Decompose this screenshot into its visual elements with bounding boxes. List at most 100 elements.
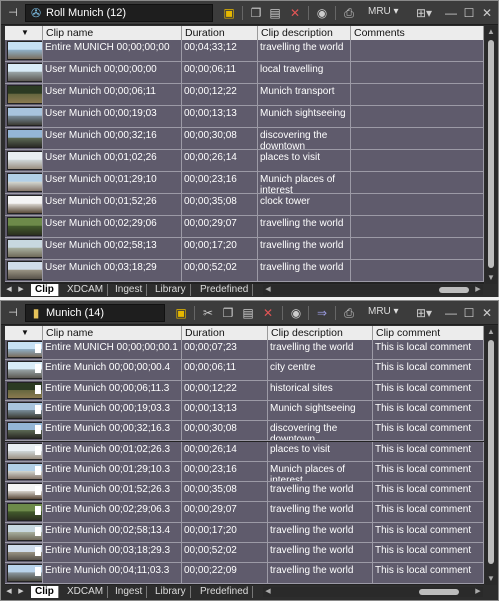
description-cell[interactable]: travelling the world xyxy=(258,216,351,237)
comment-cell[interactable]: This is local comment xyxy=(373,563,484,583)
clip-name-cell[interactable]: User Munich 00;01;29;10 xyxy=(43,172,182,193)
column-header[interactable]: Comments xyxy=(351,26,484,40)
tab-ingest[interactable]: Ingest xyxy=(111,586,148,598)
horizontal-scrollbar[interactable]: ◀ ▶ xyxy=(263,587,483,597)
clip-thumbnail[interactable] xyxy=(7,195,42,214)
clip-thumbnail[interactable] xyxy=(7,361,42,379)
comment-cell[interactable] xyxy=(351,172,484,193)
duration-cell[interactable]: 00;00;26;14 xyxy=(182,441,268,461)
column-header-thumbnail[interactable]: ▼ xyxy=(5,26,43,40)
table-row[interactable]: User Munich 00;00;00;00 00;00;06;11 local … xyxy=(5,62,484,84)
duration-cell[interactable]: 00;00;17;20 xyxy=(182,522,268,542)
duration-cell[interactable]: 00;00;23;16 xyxy=(182,172,258,193)
scroll-thumb[interactable] xyxy=(488,40,494,268)
table-row[interactable]: Entire Munich 00;00;00;00.4 00;00;06;11 ci… xyxy=(5,360,484,381)
description-cell[interactable]: travelling the world xyxy=(268,502,373,522)
clip-thumbnail[interactable] xyxy=(7,523,42,541)
clip-thumbnail[interactable] xyxy=(7,442,42,460)
tab-xdcam[interactable]: XDCAM xyxy=(63,586,109,598)
clip-name-cell[interactable]: User Munich 00;02;58;13 xyxy=(43,238,182,259)
table-row[interactable]: Entire Munich 00;00;19;03.3 00;00;13;13 Mu… xyxy=(5,400,484,422)
description-cell[interactable]: Munich sightseeing xyxy=(258,106,351,127)
column-header[interactable]: Clip description xyxy=(258,26,351,40)
settings-icon[interactable]: ⊞▾ xyxy=(413,305,435,321)
settings-icon[interactable]: ⊞▾ xyxy=(413,5,435,21)
clip-name-cell[interactable]: User Munich 00;01;02;26 xyxy=(43,150,182,171)
comment-cell[interactable] xyxy=(351,238,484,259)
maximize-icon[interactable]: ☐ xyxy=(461,5,477,21)
duration-cell[interactable]: 00;00;23;16 xyxy=(182,461,268,482)
scroll-thumb[interactable] xyxy=(488,340,494,564)
delete-icon[interactable]: ✕ xyxy=(260,305,276,321)
table-row[interactable]: Entire Munich 00;02;29;06.3 00;00;29;07 tr… xyxy=(5,502,484,523)
clip-name-cell[interactable]: Entire Munich 00;04;11;03.3 xyxy=(43,563,182,583)
duration-cell[interactable]: 00;00;12;22 xyxy=(182,84,258,105)
copy-icon[interactable]: ❐ xyxy=(220,305,236,321)
comment-cell[interactable] xyxy=(351,40,484,61)
clip-name-cell[interactable]: Entire Munich 00;01;02;26.3 xyxy=(43,441,182,461)
comment-cell[interactable]: This is local comment xyxy=(373,543,484,563)
duration-cell[interactable]: 00;00;22;09 xyxy=(182,563,268,583)
clip-name-cell[interactable]: Entire Munich 00;02;29;06.3 xyxy=(43,502,182,522)
column-header[interactable]: Clip comment xyxy=(373,326,484,340)
table-row[interactable]: User Munich 00;03;18;29 00;00;52;02 travel… xyxy=(5,260,484,282)
column-header[interactable]: Clip name xyxy=(43,26,182,40)
clip-thumbnail[interactable] xyxy=(7,261,42,280)
table-row[interactable]: Entire Munich 00;03;18;29.3 00;00;52;02 tr… xyxy=(5,543,484,564)
duration-cell[interactable]: 00;00;12;22 xyxy=(182,380,268,400)
table-row[interactable]: Entire Munich 00;01;02;26.3 00;00;26;14 pl… xyxy=(5,441,484,462)
column-header[interactable]: Duration xyxy=(182,26,258,40)
comment-cell[interactable] xyxy=(351,106,484,127)
clip-thumbnail[interactable] xyxy=(7,173,42,192)
comment-cell[interactable]: This is local comment xyxy=(373,400,484,421)
table-row[interactable]: User Munich 00;01;02;26 00;00;26;14 places… xyxy=(5,150,484,172)
duration-cell[interactable]: 00;00;30;08 xyxy=(182,128,258,149)
table-row[interactable]: User Munich 00;00;06;11 00;00;12;22 Munich… xyxy=(5,84,484,106)
column-header-thumbnail[interactable]: ▼ xyxy=(5,326,43,340)
clip-name-cell[interactable]: Entire Munich 00;00;06;11.3 xyxy=(43,380,182,400)
table-row[interactable]: Entire Munich 00;00;32;16.3 00;00;30;08 di… xyxy=(5,421,484,442)
comment-cell[interactable]: This is local comment xyxy=(373,502,484,522)
scroll-left-icon[interactable]: ◀ xyxy=(263,285,273,295)
clip-name-cell[interactable]: User Munich 00;01;52;26 xyxy=(43,194,182,215)
comment-cell[interactable] xyxy=(351,194,484,215)
clip-thumbnail[interactable] xyxy=(7,483,42,501)
folder-icon[interactable]: ▣ xyxy=(173,305,189,321)
copy-icon[interactable]: ❐ xyxy=(248,5,264,21)
paste-icon[interactable]: ▤ xyxy=(267,5,283,21)
eye-icon[interactable]: ◉ xyxy=(288,305,304,321)
close-icon[interactable]: ✕ xyxy=(479,5,495,21)
duration-cell[interactable]: 00;04;33;12 xyxy=(182,40,258,61)
description-cell[interactable]: Munich places of interest xyxy=(258,172,351,193)
clip-name-cell[interactable]: Entire Munich 00;00;32;16.3 xyxy=(43,421,182,441)
description-cell[interactable]: discovering the downtown xyxy=(268,421,373,441)
column-header[interactable]: Duration xyxy=(182,326,268,340)
duration-cell[interactable]: 00;00;06;11 xyxy=(182,360,268,380)
description-cell[interactable]: travelling the world xyxy=(258,40,351,61)
duration-cell[interactable]: 00;00;35;08 xyxy=(182,194,258,215)
clip-thumbnail[interactable] xyxy=(7,41,42,60)
clip-thumbnail[interactable] xyxy=(7,107,42,126)
clip-thumbnail[interactable] xyxy=(7,564,42,582)
clip-thumbnail[interactable] xyxy=(7,239,42,258)
pin-icon[interactable]: ⊣ xyxy=(5,6,21,20)
tab-predefined[interactable]: Predefined xyxy=(196,586,254,598)
clip-thumbnail[interactable] xyxy=(7,462,42,481)
forward-icon[interactable]: ⇒ xyxy=(314,305,330,321)
table-row[interactable]: Entire Munich 00;00;06;11.3 00;00;12;22 hi… xyxy=(5,380,484,401)
column-header[interactable]: Clip description xyxy=(268,326,373,340)
close-icon[interactable]: ✕ xyxy=(479,305,495,321)
description-cell[interactable]: travelling the world xyxy=(258,260,351,281)
description-cell[interactable]: places to visit xyxy=(268,441,373,461)
tab-prev-icon[interactable]: ◀ xyxy=(4,285,14,295)
delete-icon[interactable]: ✕ xyxy=(287,5,303,21)
clip-thumbnail[interactable] xyxy=(7,422,42,440)
horizontal-scroll-thumb[interactable] xyxy=(439,287,469,293)
comment-cell[interactable] xyxy=(351,216,484,237)
clip-name-cell[interactable]: Entire MUNICH 00;00;00;00 xyxy=(43,40,182,61)
table-row[interactable]: Entire Munich 00;01;52;26.3 00;00;35;08 tr… xyxy=(5,482,484,503)
comment-cell[interactable]: This is local comment xyxy=(373,522,484,542)
column-header[interactable]: Clip name xyxy=(43,326,182,340)
description-cell[interactable]: travelling the world xyxy=(268,482,373,502)
clip-name-cell[interactable]: Entire Munich 00;01;52;26.3 xyxy=(43,482,182,502)
